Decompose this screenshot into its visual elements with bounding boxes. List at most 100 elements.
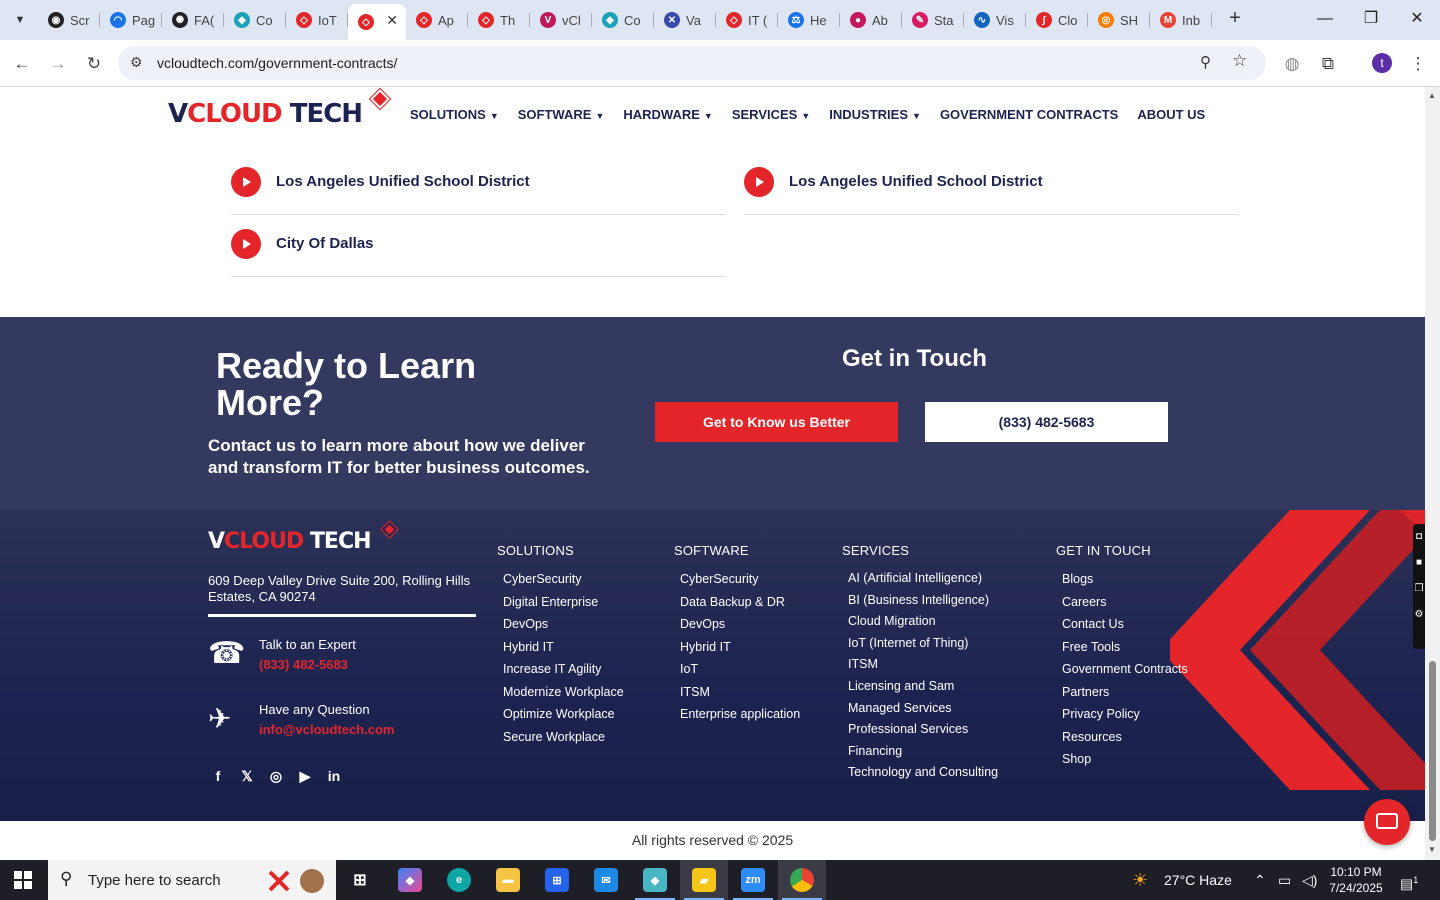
browser-tab[interactable]: ◇ ✕: [348, 4, 406, 40]
url-text[interactable]: vcloudtech.com/government-contracts/: [157, 55, 397, 71]
email-link[interactable]: info@vcloudtech.com: [259, 722, 394, 737]
notification-icon[interactable]: ▤1: [1400, 860, 1418, 900]
globe-icon[interactable]: ◍: [1280, 52, 1304, 76]
weather-text[interactable]: 27°C Haze: [1164, 860, 1232, 900]
browser-tab[interactable]: ◆ Co: [592, 4, 654, 36]
footer-link[interactable]: Cloud Migration: [848, 615, 998, 637]
zoom-app-icon[interactable]: zm: [729, 860, 777, 900]
settings-gear-icon[interactable]: ⚙: [1413, 602, 1425, 628]
footer-link[interactable]: CyberSecurity: [680, 572, 800, 595]
footer-link[interactable]: Blogs: [1062, 572, 1188, 595]
browser-tab[interactable]: M Inb: [1150, 4, 1212, 36]
chrome-icon[interactable]: [778, 860, 826, 900]
close-window-icon[interactable]: ✕: [1402, 8, 1432, 30]
weather-icon[interactable]: ☀: [1132, 860, 1148, 900]
client-item[interactable]: Los Angeles Unified School District: [231, 153, 726, 215]
browser-tab[interactable]: ● Ab: [840, 4, 902, 36]
footer-link[interactable]: Increase IT Agility: [503, 662, 624, 685]
bookmark-star-icon[interactable]: ☆: [1232, 51, 1247, 71]
camera-icon[interactable]: ◘: [1413, 524, 1425, 550]
browser-tab[interactable]: ◠ Pag: [100, 4, 162, 36]
browser-tab[interactable]: ∫ Clo: [1026, 4, 1088, 36]
footer-link[interactable]: Careers: [1062, 595, 1188, 618]
tray-chevron-icon[interactable]: ⌃: [1254, 860, 1266, 900]
volume-icon[interactable]: ◁): [1302, 860, 1317, 900]
footer-link[interactable]: Hybrid IT: [680, 640, 800, 663]
nav-item-solutions[interactable]: SOLUTIONS ▼: [410, 107, 499, 122]
site-info-icon[interactable]: ⚙: [130, 54, 143, 71]
chat-button[interactable]: [1364, 799, 1410, 845]
footer-link[interactable]: Secure Workplace: [503, 730, 624, 753]
forward-arrow-icon[interactable]: →: [46, 52, 70, 76]
site-logo[interactable]: VCLOUD TECH: [168, 87, 392, 129]
minimize-icon[interactable]: —: [1310, 8, 1340, 30]
footer-link[interactable]: Licensing and Sam: [848, 680, 998, 702]
footer-link[interactable]: Shop: [1062, 752, 1188, 775]
browser-tab[interactable]: ✕ Va: [654, 4, 716, 36]
nav-item-software[interactable]: SOFTWARE ▼: [518, 107, 605, 122]
browser-tab[interactable]: ✎ Sta: [902, 4, 964, 36]
system-clock[interactable]: 10:10 PM 7/24/2025: [1324, 864, 1388, 896]
new-tab-button[interactable]: +: [1224, 8, 1246, 30]
x-twitter-icon[interactable]: 𝕏: [239, 768, 255, 784]
sticky-notes-icon[interactable]: ▰: [680, 860, 728, 900]
nav-item-industries[interactable]: INDUSTRIES ▼: [829, 107, 921, 122]
footer-link[interactable]: CyberSecurity: [503, 572, 624, 595]
footer-link[interactable]: ITSM: [680, 685, 800, 708]
footer-link[interactable]: Modernize Workplace: [503, 685, 624, 708]
task-view-icon[interactable]: ⊞: [336, 860, 384, 900]
video-icon[interactable]: ■: [1413, 550, 1425, 576]
browser-tab[interactable]: ◇ IoT: [286, 4, 348, 36]
client-item[interactable]: City Of Dallas: [231, 215, 726, 277]
footer-link[interactable]: Digital Enterprise: [503, 595, 624, 618]
copilot-icon[interactable]: ◆: [386, 860, 434, 900]
back-arrow-icon[interactable]: ←: [10, 52, 34, 76]
file-explorer-icon[interactable]: ▬: [484, 860, 532, 900]
footer-link[interactable]: Data Backup & DR: [680, 595, 800, 618]
footer-link[interactable]: DevOps: [680, 617, 800, 640]
youtube-icon[interactable]: ▶: [297, 768, 313, 784]
store-icon[interactable]: ⊞: [533, 860, 581, 900]
footer-logo[interactable]: VCLOUD TECH: [208, 520, 399, 554]
nav-item-services[interactable]: SERVICES ▼: [732, 107, 810, 122]
footer-link[interactable]: IoT: [680, 662, 800, 685]
phone-button[interactable]: (833) 482-5683: [925, 402, 1168, 442]
tab-search-chevron-icon[interactable]: ▼: [8, 8, 32, 32]
footer-link[interactable]: BI (Business Intelligence): [848, 593, 998, 616]
footer-link[interactable]: Financing: [848, 745, 998, 767]
nav-item-about-us[interactable]: ABOUT US: [1137, 107, 1205, 122]
browser-tab[interactable]: ◆ Co: [224, 4, 286, 36]
nav-item-hardware[interactable]: HARDWARE ▼: [623, 107, 712, 122]
footer-link[interactable]: DevOps: [503, 617, 624, 640]
restore-icon[interactable]: ❐: [1356, 8, 1386, 30]
page-scrollbar[interactable]: ▲ ▼: [1425, 87, 1440, 860]
browser-menu-icon[interactable]: ⋮: [1406, 52, 1430, 76]
footer-link[interactable]: Government Contracts: [1062, 662, 1188, 685]
zoom-icon[interactable]: ⚲: [1200, 53, 1211, 71]
footer-link[interactable]: Privacy Policy: [1062, 707, 1188, 730]
taskbar-search-box[interactable]: ⚲ Type here to search: [48, 860, 336, 900]
facebook-icon[interactable]: f: [210, 768, 226, 784]
phone-link[interactable]: (833) 482-5683: [259, 657, 348, 672]
windows-start-icon[interactable]: [14, 871, 32, 889]
client-item[interactable]: Los Angeles Unified School District: [744, 153, 1239, 215]
edge-icon[interactable]: e: [435, 860, 483, 900]
scrollbar-thumb[interactable]: [1429, 661, 1436, 841]
footer-link[interactable]: Technology and Consulting: [848, 766, 998, 788]
window-icon[interactable]: ❐: [1413, 576, 1425, 602]
footer-link[interactable]: Free Tools: [1062, 640, 1188, 663]
footer-link[interactable]: Contact Us: [1062, 617, 1188, 640]
address-bar[interactable]: ⚙ vcloudtech.com/government-contracts/ ⚲…: [118, 46, 1266, 80]
browser-tab[interactable]: VvCl: [530, 4, 592, 36]
footer-link[interactable]: AI (Artificial Intelligence): [848, 572, 998, 594]
get-to-know-button[interactable]: Get to Know us Better: [655, 402, 898, 442]
footer-link[interactable]: Professional Services: [848, 723, 998, 745]
reload-icon[interactable]: ↻: [82, 52, 106, 76]
footer-link[interactable]: IoT (Internet of Thing): [848, 637, 998, 659]
footer-link[interactable]: Partners: [1062, 685, 1188, 708]
browser-tab[interactable]: ◎ SH: [1088, 4, 1150, 36]
browser-tab[interactable]: ◇ Ap: [406, 4, 468, 36]
browser-tab[interactable]: ◉ Scr: [38, 4, 100, 36]
instagram-icon[interactable]: ◎: [268, 768, 284, 784]
scroll-down-icon[interactable]: ▼: [1428, 845, 1436, 854]
